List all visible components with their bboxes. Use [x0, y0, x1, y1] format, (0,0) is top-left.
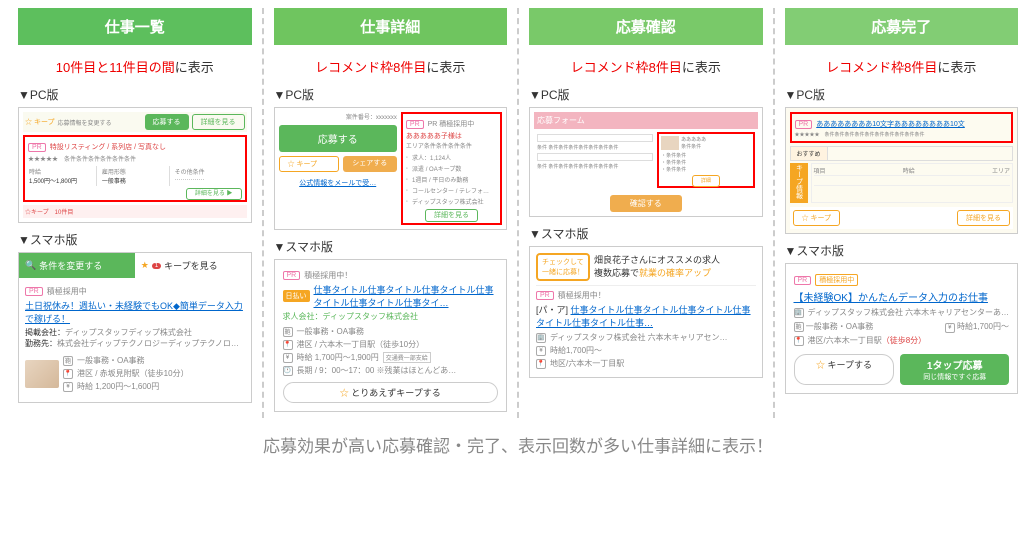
share-button[interactable]: シェアする: [343, 156, 397, 172]
form-header: 応募フォーム: [534, 112, 758, 129]
pc-label: ▼PC版: [18, 86, 252, 103]
footer-note: 応募効果が高い応募確認・完了、表示回数が多い仕事詳細に表示！: [8, 432, 1028, 457]
detail-button[interactable]: 詳細を見る: [957, 210, 1010, 226]
apply-button[interactable]: 応募する: [279, 125, 397, 152]
col-header: 仕事詳細: [274, 8, 508, 45]
search-icon: 🔍: [25, 260, 36, 271]
clock-icon: 🕐: [283, 366, 293, 376]
tag: 日払い: [283, 290, 310, 302]
sp-label: ▼スマホ版: [18, 231, 252, 248]
col-job-list: 仕事一覧 10件目と11件目の間に表示 ▼PC版 ☆ キープ 応募情報を変更する…: [8, 8, 264, 418]
building-icon: 🏢: [536, 333, 546, 343]
confirm-button[interactable]: 確認する: [610, 195, 682, 212]
subtitle: レコメンド枠8件目に表示: [529, 57, 763, 76]
job-title-link[interactable]: 【未経験OK】かんたんデータ入力のお仕事: [794, 289, 1010, 304]
col-apply-confirm: 応募確認 レコメンド枠8件目に表示 ▼PC版 応募フォーム 条件 条件条件条件条…: [519, 8, 775, 418]
subtitle: 10件目と11件目の間に表示: [18, 57, 252, 76]
subtitle: レコメンド枠8件目に表示: [274, 57, 508, 76]
view-detail-button[interactable]: 詳細を見る: [425, 209, 478, 222]
col4-sp-mock: PR積極採用中 【未経験OK】かんたんデータ入力のお仕事 🏢ディップスタッフ株式…: [785, 263, 1019, 394]
yen-icon: ¥: [536, 346, 546, 356]
pin-icon: 📍: [283, 340, 293, 350]
bottom-keep-strip: ☆キープ 10件目: [23, 205, 247, 218]
job-title-link[interactable]: 仕事タイトル仕事タイトル仕事タイトル仕事タイトル仕事タイトル仕事タイ…: [314, 283, 499, 309]
mail-link[interactable]: 公式情報をメールで受…: [299, 180, 376, 187]
apply-button[interactable]: 応募する: [145, 114, 189, 130]
one-tap-apply-button[interactable]: 1タップ応募 同じ情報ですぐ応募: [900, 354, 1009, 385]
star-icon: ☆: [340, 388, 349, 398]
briefcase-icon: 鞄: [63, 356, 73, 366]
keep-label: ☆ キープ: [25, 117, 55, 127]
top-title[interactable]: ああああああああ10文字ああああああああ10文: [816, 119, 965, 129]
search-button[interactable]: 🔍条件を変更する: [19, 253, 135, 278]
col-header: 仕事一覧: [18, 8, 252, 45]
keep-button[interactable]: ☆ キープする: [794, 354, 895, 385]
pin-icon: 📍: [794, 336, 804, 346]
tab-recommend[interactable]: おすすめ: [791, 147, 828, 160]
col1-pc-mock: ☆ キープ 応募情報を変更する 応募する 詳細を見る PR 特設リスティング /…: [18, 107, 252, 223]
pr-badge: PR: [28, 143, 46, 152]
yen-icon: ¥: [945, 323, 955, 333]
star-icon: ☆: [816, 360, 825, 370]
keep-button[interactable]: ☆ キープ: [279, 156, 339, 172]
building-icon: 🏢: [794, 308, 804, 318]
col3-pc-mock: 応募フォーム 条件 条件条件条件条件条件条件条件 条件 条件条件条件条件条件条件…: [529, 107, 763, 217]
yen-icon: ¥: [283, 353, 293, 363]
job-title-link[interactable]: 仕事タイトル仕事タイトル仕事タイトル仕事タイトル仕事タイトル仕事…: [536, 305, 751, 328]
col4-pc-mock: PRああああああああ10文字ああああああああ10文 ★★★★★ 条件条件条件条件…: [785, 107, 1019, 234]
columns-container: 仕事一覧 10件目と11件目の間に表示 ▼PC版 ☆ キープ 応募情報を変更する…: [8, 8, 1028, 418]
yen-icon: ¥: [63, 382, 73, 392]
keep-view-button[interactable]: ★1キープを見る: [135, 253, 251, 278]
col2-pc-mock: 案件番号：xxxxxxx 応募する ☆ キープ シェアする 公式情報をメールで受…: [274, 107, 508, 230]
side-title: あああああ子様は: [406, 131, 497, 141]
subtitle: レコメンド枠8件目に表示: [785, 57, 1019, 76]
col-apply-complete: 応募完了 レコメンド枠8件目に表示 ▼PC版 PRああああああああ10文字あああ…: [775, 8, 1029, 418]
listing-title: 特設リスティング / 系列店 / 写真なし: [50, 142, 166, 152]
briefcase-icon: 鞄: [283, 327, 293, 337]
col1-sp-mock: 🔍条件を変更する ★1キープを見る PR積極採用中 土日祝休み！週払い・未経験で…: [18, 252, 252, 403]
briefcase-icon: 鞄: [794, 322, 804, 332]
thumbnail: [25, 360, 59, 388]
detail-button[interactable]: 詳細を見る: [192, 114, 245, 130]
pin-icon: 📍: [536, 359, 546, 369]
col3-sp-mock: チェックして一緒に応募！ 畑良花子さんにオススメの求人 複数応募で就業の確率アッ…: [529, 246, 763, 378]
col2-sp-mock: PR積極採用中！ 日払い 仕事タイトル仕事タイトル仕事タイトル仕事タイトル仕事タ…: [274, 259, 508, 412]
keep-tentative-button[interactable]: ☆ とりあえずキープする: [283, 382, 499, 403]
keep-button[interactable]: ☆ キープ: [793, 210, 841, 226]
col-header: 応募完了: [785, 8, 1019, 45]
star-icon: ★: [141, 260, 149, 271]
col-header: 応募確認: [529, 8, 763, 45]
col-job-detail: 仕事詳細 レコメンド枠8件目に表示 ▼PC版 案件番号：xxxxxxx 応募する…: [264, 8, 520, 418]
pin-icon: 📍: [63, 369, 73, 379]
check-balloon: チェックして一緒に応募！: [536, 253, 590, 281]
job-title-link[interactable]: 土日祝休み！週払い・未経験でもOK◆簡単データ入力で稼げる！: [25, 299, 245, 325]
